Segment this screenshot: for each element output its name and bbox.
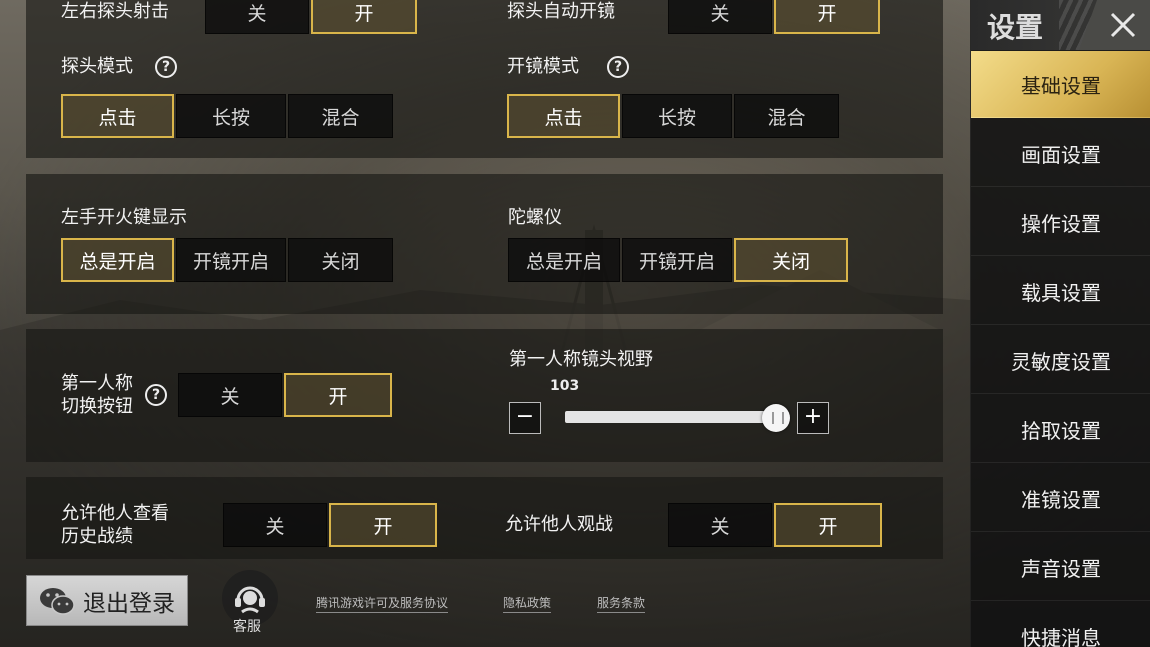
scope-mode-mixed[interactable]: 混合 [734, 94, 839, 138]
fpp-fov-minus-button[interactable]: − [509, 402, 541, 434]
fpp-switch-label-line1: 第一人称 [61, 373, 133, 394]
auto-scope-lean-label: 探头自动开镜 [507, 1, 615, 22]
fpp-fov-slider-thumb[interactable] [762, 404, 790, 432]
auto-scope-lean-off[interactable]: 关 [668, 0, 772, 34]
sidebar-header: 设置 [971, 0, 1150, 50]
fpp-fov-value: 103 [550, 378, 580, 394]
logout-button[interactable]: 退出登录 [26, 575, 188, 626]
sidebar-title: 设置 [987, 11, 1044, 44]
spectate-label: 允许他人观战 [505, 514, 613, 535]
lean-fire-on[interactable]: 开 [311, 0, 417, 34]
history-off[interactable]: 关 [223, 503, 327, 547]
auto-scope-lean-on[interactable]: 开 [774, 0, 880, 34]
history-label-line2: 历史战绩 [61, 526, 133, 547]
nav-vehicle-settings[interactable]: 载具设置 [971, 258, 1150, 325]
scope-mode-hold[interactable]: 长按 [622, 94, 732, 138]
terms-link[interactable]: 服务条款 [597, 594, 646, 613]
nav-sensitivity-settings[interactable]: 灵敏度设置 [971, 327, 1150, 394]
fpp-switch-toggle: 关 开 [178, 373, 392, 417]
left-fire-selector: 总是开启 开镜开启 关闭 [61, 238, 393, 282]
lean-fire-off[interactable]: 关 [205, 0, 309, 34]
gyro-selector: 总是开启 开镜开启 关闭 [508, 238, 848, 282]
lean-mode-help-icon[interactable]: ? [155, 56, 177, 78]
lean-mode-mixed[interactable]: 混合 [288, 94, 393, 138]
gyro-off[interactable]: 关闭 [734, 238, 848, 282]
close-icon [1110, 12, 1136, 38]
lean-fire-toggle: 关 开 [205, 0, 417, 34]
nav-quick-messages[interactable]: 快捷消息 [971, 603, 1150, 647]
wechat-icon [40, 587, 75, 615]
nav-pickup-settings[interactable]: 拾取设置 [971, 396, 1150, 463]
fpp-fov-slider-track[interactable] [565, 411, 777, 423]
fpp-fov-label: 第一人称镜头视野 [509, 349, 653, 370]
left-fire-off[interactable]: 关闭 [288, 238, 393, 282]
fpp-switch-help-icon[interactable]: ? [145, 384, 167, 406]
gyro-always[interactable]: 总是开启 [508, 238, 620, 282]
scope-mode-help-icon[interactable]: ? [607, 56, 629, 78]
spectate-toggle: 关 开 [668, 503, 882, 547]
left-fire-scoped[interactable]: 开镜开启 [176, 238, 286, 282]
nav-graphics-settings[interactable]: 画面设置 [971, 120, 1150, 187]
headset-icon [235, 586, 265, 614]
history-on[interactable]: 开 [329, 503, 437, 547]
nav-basic-settings[interactable]: 基础设置 [971, 51, 1150, 118]
nav-scope-settings[interactable]: 准镜设置 [971, 465, 1150, 532]
lean-mode-selector: 点击 长按 混合 [61, 94, 393, 138]
logout-label: 退出登录 [83, 590, 175, 617]
lean-fire-label: 左右探头射击 [61, 1, 169, 22]
license-link[interactable]: 腾讯游戏许可及服务协议 [316, 594, 449, 613]
scope-mode-label: 开镜模式 [507, 56, 579, 77]
gyro-scoped[interactable]: 开镜开启 [622, 238, 732, 282]
lean-mode-hold[interactable]: 长按 [176, 94, 286, 138]
privacy-link[interactable]: 隐私政策 [503, 594, 552, 613]
customer-service-label: 客服 [233, 619, 261, 635]
fpp-fov-plus-button[interactable]: + [797, 402, 829, 434]
fpp-switch-off[interactable]: 关 [178, 373, 282, 417]
lean-mode-label: 探头模式 [61, 56, 133, 77]
lean-mode-tap[interactable]: 点击 [61, 94, 174, 138]
fpp-switch-on[interactable]: 开 [284, 373, 392, 417]
history-toggle: 关 开 [223, 503, 437, 547]
settings-sidebar: 设置 基础设置 画面设置 操作设置 载具设置 灵敏度设置 拾取设置 准镜设置 声… [970, 0, 1150, 647]
auto-scope-lean-toggle: 关 开 [668, 0, 880, 34]
nav-controls-settings[interactable]: 操作设置 [971, 189, 1150, 256]
spectate-off[interactable]: 关 [668, 503, 772, 547]
scope-mode-selector: 点击 长按 混合 [507, 94, 839, 138]
left-fire-label: 左手开火键显示 [61, 207, 187, 228]
scope-mode-tap[interactable]: 点击 [507, 94, 620, 138]
left-fire-always[interactable]: 总是开启 [61, 238, 174, 282]
spectate-on[interactable]: 开 [774, 503, 882, 547]
history-label-line1: 允许他人查看 [61, 503, 169, 524]
nav-audio-settings[interactable]: 声音设置 [971, 534, 1150, 601]
gyro-label: 陀螺仪 [508, 207, 562, 228]
fpp-switch-label-line2: 切换按钮 [61, 396, 133, 417]
